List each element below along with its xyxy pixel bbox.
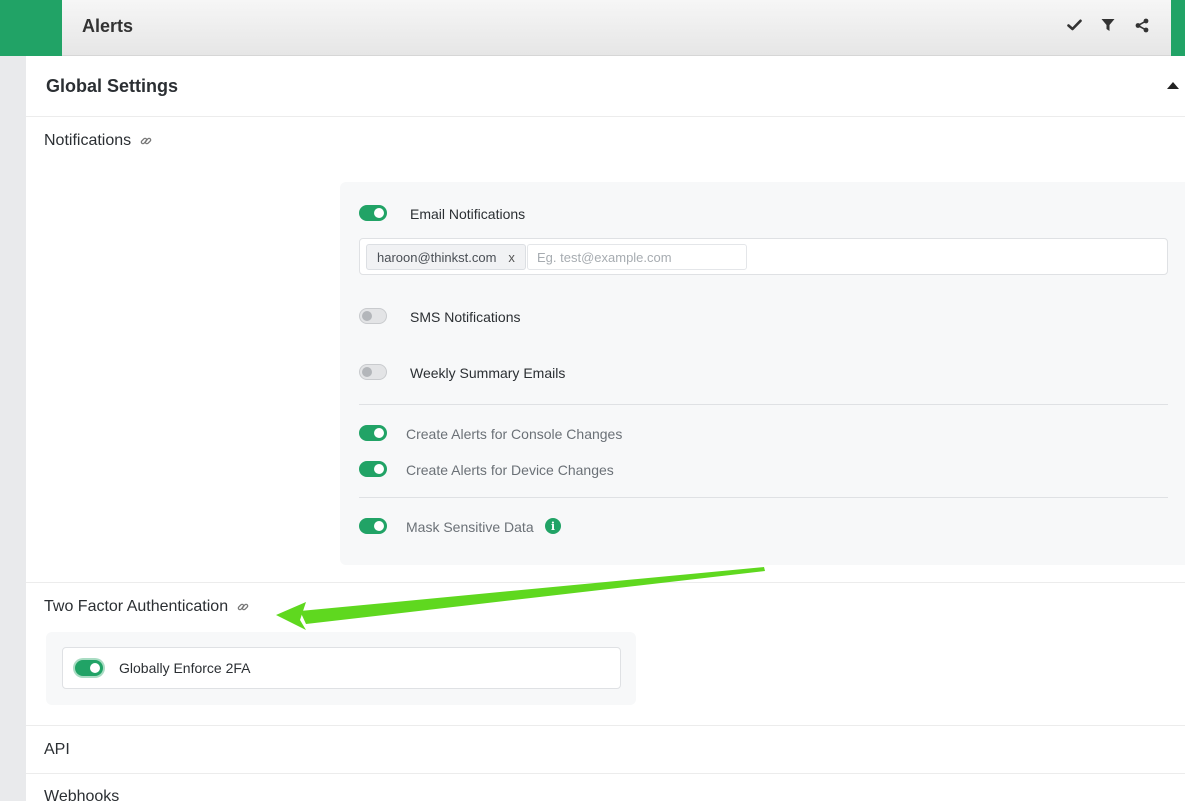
device-changes-toggle[interactable]	[359, 461, 387, 477]
enforce-2fa-row: Globally Enforce 2FA	[62, 647, 621, 689]
enforce-2fa-toggle[interactable]	[75, 660, 103, 676]
two-factor-heading: Two Factor Authentication	[44, 598, 229, 615]
two-factor-section-label: Two Factor Authentication	[44, 598, 250, 616]
console-changes-toggle[interactable]	[359, 425, 387, 441]
webhooks-heading: Webhooks	[44, 788, 120, 801]
email-chip-text: haroon@thinkst.com	[377, 249, 497, 265]
share-icon[interactable]	[1133, 16, 1151, 34]
weekly-summary-toggle[interactable]	[359, 364, 387, 380]
webhooks-section[interactable]: Webhooks	[44, 788, 119, 801]
collapse-caret-icon[interactable]	[1167, 82, 1179, 89]
divider	[359, 497, 1168, 498]
section-divider	[26, 725, 1185, 726]
enforce-2fa-label: Globally Enforce 2FA	[119, 660, 251, 676]
check-icon[interactable]	[1065, 16, 1083, 34]
device-changes-label: Create Alerts for Device Changes	[406, 462, 614, 478]
api-heading: API	[44, 741, 70, 758]
filter-icon[interactable]	[1099, 16, 1117, 34]
email-notifications-label: Email Notifications	[410, 206, 526, 222]
api-section[interactable]: API	[44, 741, 70, 759]
email-recipients-field[interactable]: haroon@thinkst.com x	[359, 238, 1168, 275]
nav-accent-right	[1171, 0, 1185, 56]
notifications-heading: Notifications	[44, 132, 132, 149]
mask-sensitive-label: Mask Sensitive Data	[406, 519, 534, 535]
mask-sensitive-toggle[interactable]	[359, 518, 387, 534]
panel-title: Global Settings	[46, 76, 179, 96]
global-settings-panel: Global Settings Notifications Email Noti…	[26, 56, 1185, 801]
section-divider	[26, 773, 1185, 774]
divider	[359, 404, 1168, 405]
sms-notifications-label: SMS Notifications	[410, 309, 521, 325]
top-bar: Alerts	[62, 0, 1171, 56]
two-factor-settings: Globally Enforce 2FA	[46, 632, 636, 705]
section-divider	[26, 582, 1185, 583]
link-icon[interactable]	[236, 600, 250, 614]
page-title: Alerts	[82, 16, 134, 36]
remove-email-button[interactable]: x	[508, 250, 515, 265]
email-notifications-toggle[interactable]	[359, 205, 387, 221]
info-icon[interactable]: i	[545, 518, 561, 534]
panel-header[interactable]: Global Settings	[26, 56, 1185, 117]
notifications-section-label: Notifications	[44, 132, 153, 150]
nav-accent-left	[0, 0, 62, 56]
sms-notifications-toggle[interactable]	[359, 308, 387, 324]
email-chip: haroon@thinkst.com x	[366, 244, 526, 270]
weekly-summary-label: Weekly Summary Emails	[410, 365, 566, 381]
email-input[interactable]	[527, 244, 747, 270]
link-icon[interactable]	[139, 134, 153, 148]
notification-settings: Email Notifications haroon@thinkst.com x…	[340, 182, 1185, 565]
console-changes-label: Create Alerts for Console Changes	[406, 426, 623, 442]
toolbar	[1065, 16, 1151, 34]
